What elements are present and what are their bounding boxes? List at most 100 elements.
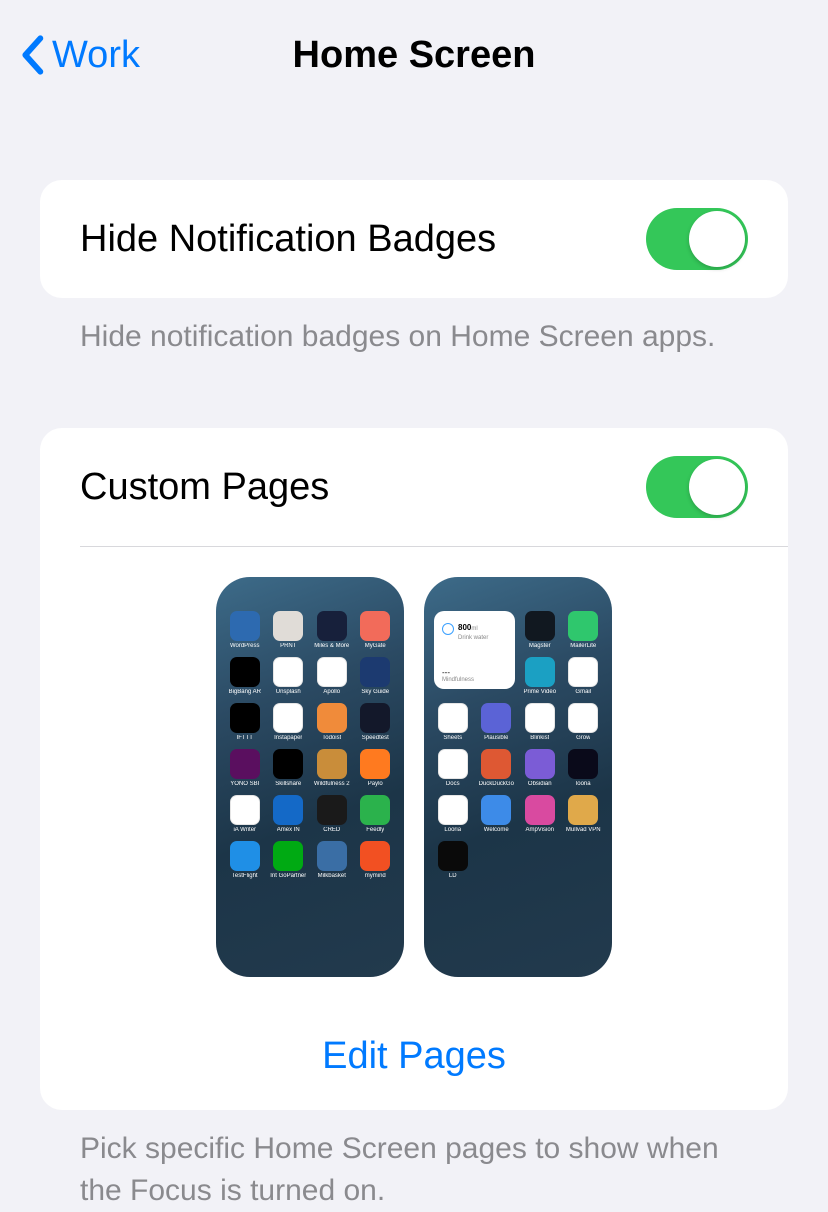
hide-badges-footer: Hide notification badges on Home Screen … bbox=[40, 316, 788, 358]
app-icon bbox=[230, 795, 260, 825]
app-item: Feedly bbox=[357, 795, 395, 833]
app-label: Amex IN bbox=[277, 827, 300, 833]
app-item: Obsidian bbox=[521, 749, 559, 787]
app-icon bbox=[230, 703, 260, 733]
app-label: Plausible bbox=[484, 735, 508, 741]
app-item: Blinkist bbox=[521, 703, 559, 741]
app-item: Wildfulness 2 bbox=[313, 749, 351, 787]
app-icon bbox=[438, 795, 468, 825]
app-item: WordPress bbox=[226, 611, 264, 649]
custom-pages-row: Custom Pages bbox=[40, 428, 788, 546]
app-item: AmpVision bbox=[521, 795, 559, 833]
app-label: WordPress bbox=[230, 643, 260, 649]
page-preview-1[interactable]: WordPress PRNT Miles & More MyGate BigBang A… bbox=[216, 577, 404, 977]
back-button[interactable]: Work bbox=[20, 34, 140, 77]
app-item: Amex IN bbox=[270, 795, 308, 833]
back-label: Work bbox=[52, 34, 140, 77]
app-item: Speedtest bbox=[357, 703, 395, 741]
page-preview-2[interactable]: 800mlDrink water---MindfulnessMagsterMai… bbox=[424, 577, 612, 977]
chevron-left-icon bbox=[20, 35, 44, 75]
app-label: Instapaper bbox=[274, 735, 302, 741]
app-icon bbox=[525, 703, 555, 733]
toggle-knob bbox=[689, 211, 745, 267]
app-item: Grow bbox=[565, 703, 603, 741]
app-icon bbox=[230, 657, 260, 687]
app-item: Todoist bbox=[313, 703, 351, 741]
app-icon bbox=[360, 657, 390, 687]
app-label: Skillshare bbox=[275, 781, 301, 787]
app-icon bbox=[568, 657, 598, 687]
app-icon bbox=[273, 611, 303, 641]
app-icon bbox=[360, 611, 390, 641]
app-item: loona bbox=[565, 749, 603, 787]
app-label: Sky Guide bbox=[361, 689, 389, 695]
app-item: Milkbasket bbox=[313, 841, 351, 879]
app-icon bbox=[481, 795, 511, 825]
app-item: Int GoPartner bbox=[270, 841, 308, 879]
app-label: Blinkist bbox=[530, 735, 549, 741]
app-icon bbox=[360, 749, 390, 779]
hide-badges-toggle[interactable] bbox=[646, 208, 748, 270]
app-icon bbox=[317, 841, 347, 871]
app-label: CRED bbox=[323, 827, 340, 833]
app-item: YONO SBI bbox=[226, 749, 264, 787]
app-icon bbox=[317, 795, 347, 825]
app-icon bbox=[360, 795, 390, 825]
app-label: Sheets bbox=[443, 735, 462, 741]
app-item: Prime Video bbox=[521, 657, 559, 695]
custom-pages-footer: Pick specific Home Screen pages to show … bbox=[40, 1128, 788, 1212]
app-item: Gmail bbox=[565, 657, 603, 695]
app-label: BigBang AR bbox=[229, 689, 261, 695]
app-item: Unsplash bbox=[270, 657, 308, 695]
app-label: Int GoPartner bbox=[270, 873, 306, 879]
app-item: Instapaper bbox=[270, 703, 308, 741]
app-icon bbox=[317, 703, 347, 733]
app-label: iA Writer bbox=[233, 827, 256, 833]
app-label: Todoist bbox=[322, 735, 341, 741]
app-label: PRNT bbox=[280, 643, 296, 649]
app-icon bbox=[481, 703, 511, 733]
custom-pages-group: Custom Pages WordPress PRNT Miles & More My… bbox=[40, 428, 788, 1110]
app-label: MyGate bbox=[365, 643, 386, 649]
toggle-knob bbox=[689, 459, 745, 515]
app-label: AmpVision bbox=[525, 827, 554, 833]
app-label: Docs bbox=[446, 781, 460, 787]
app-icon bbox=[273, 795, 303, 825]
app-icon bbox=[230, 611, 260, 641]
app-label: Obsidian bbox=[528, 781, 552, 787]
app-icon bbox=[360, 703, 390, 733]
app-item: Mullvad VPN bbox=[565, 795, 603, 833]
app-label: IFTTT bbox=[237, 735, 253, 741]
page-previews: WordPress PRNT Miles & More MyGate BigBang A… bbox=[40, 547, 788, 1013]
app-item: PRNT bbox=[270, 611, 308, 649]
edit-pages-button[interactable]: Edit Pages bbox=[322, 1035, 506, 1077]
app-icon bbox=[568, 749, 598, 779]
app-item: Sheets bbox=[434, 703, 472, 741]
app-label: Unsplash bbox=[276, 689, 301, 695]
app-icon bbox=[438, 841, 468, 871]
app-item: iA Writer bbox=[226, 795, 264, 833]
app-label: Milkbasket bbox=[318, 873, 346, 879]
app-icon bbox=[273, 657, 303, 687]
app-item: Paylo bbox=[357, 749, 395, 787]
app-label: Mullvad VPN bbox=[566, 827, 601, 833]
custom-pages-toggle[interactable] bbox=[646, 456, 748, 518]
app-item: TestFlight bbox=[226, 841, 264, 879]
app-label: Speedtest bbox=[362, 735, 389, 741]
app-item: Welcome bbox=[478, 795, 516, 833]
app-label: Paylo bbox=[368, 781, 383, 787]
app-label: MailerLite bbox=[570, 643, 596, 649]
app-label: LD bbox=[449, 873, 457, 879]
app-label: Gmail bbox=[575, 689, 591, 695]
hide-badges-row: Hide Notification Badges bbox=[40, 180, 788, 298]
app-icon bbox=[568, 795, 598, 825]
app-label: Magster bbox=[529, 643, 551, 649]
app-item: IFTTT bbox=[226, 703, 264, 741]
app-label: Miles & More bbox=[314, 643, 349, 649]
app-label: Welcome bbox=[484, 827, 509, 833]
water-drop-icon bbox=[442, 623, 454, 635]
app-item: mymind bbox=[357, 841, 395, 879]
app-item: Miles & More bbox=[313, 611, 351, 649]
app-icon bbox=[317, 749, 347, 779]
app-item: DuckDuckGo bbox=[478, 749, 516, 787]
